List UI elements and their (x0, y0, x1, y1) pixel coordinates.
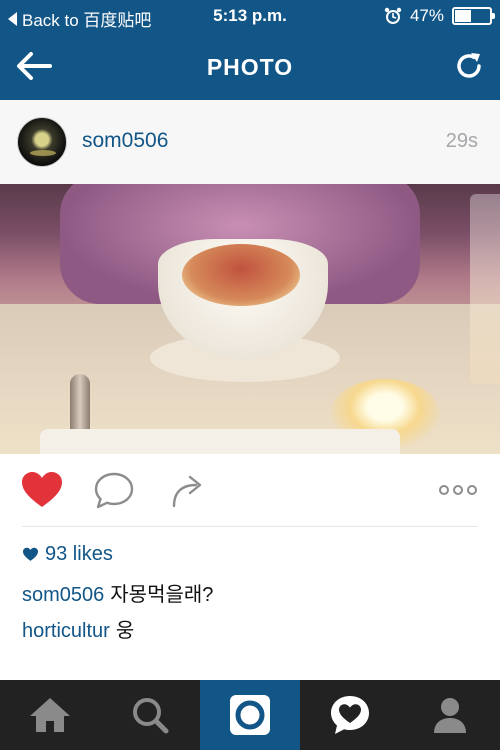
camera-icon (230, 695, 270, 735)
tab-bar (0, 680, 500, 750)
comment-username[interactable]: som0506 (22, 584, 104, 606)
more-icon[interactable] (438, 476, 478, 504)
post-timestamp: 29s (445, 130, 478, 152)
divider (22, 526, 478, 527)
page-title: PHOTO (206, 54, 294, 80)
share-icon[interactable] (166, 470, 210, 510)
activity-heart-icon (331, 696, 369, 734)
post-header: som0506 29s (0, 100, 500, 184)
status-indicators: 47% (384, 6, 495, 26)
tab-activity[interactable] (300, 680, 400, 750)
refresh-icon[interactable] (452, 49, 486, 83)
status-bar: Back to 百度贴吧 5:13 p.m. 47% (0, 0, 500, 32)
small-heart-icon (23, 547, 38, 561)
likes-text: 93 likes (45, 543, 113, 565)
tab-home[interactable] (0, 680, 100, 750)
heart-icon[interactable] (20, 470, 64, 510)
search-icon (133, 698, 169, 734)
tab-search[interactable] (100, 680, 200, 750)
likes-count[interactable]: 93 likes (22, 543, 113, 566)
post-username[interactable]: som0506 (82, 129, 168, 153)
battery-percent: 47% (409, 6, 444, 25)
post-photo[interactable] (0, 184, 500, 454)
tab-camera[interactable] (200, 680, 300, 750)
post-actions (0, 454, 500, 526)
comment-username[interactable]: horticultur (22, 620, 110, 642)
comment-text: 웅 (115, 620, 135, 642)
comment-icon[interactable] (92, 470, 136, 510)
alarm-clock-icon (384, 7, 402, 24)
comment-text: 자몽먹을래? (110, 584, 214, 606)
avatar[interactable] (17, 117, 67, 167)
profile-icon (434, 698, 466, 733)
caption: som0506 자몽먹을래? (22, 578, 213, 607)
home-icon (30, 698, 70, 732)
comment: horticultur 웅 (22, 614, 134, 643)
tab-profile[interactable] (400, 680, 500, 750)
nav-bar: PHOTO (0, 32, 500, 100)
battery-icon (452, 7, 495, 25)
